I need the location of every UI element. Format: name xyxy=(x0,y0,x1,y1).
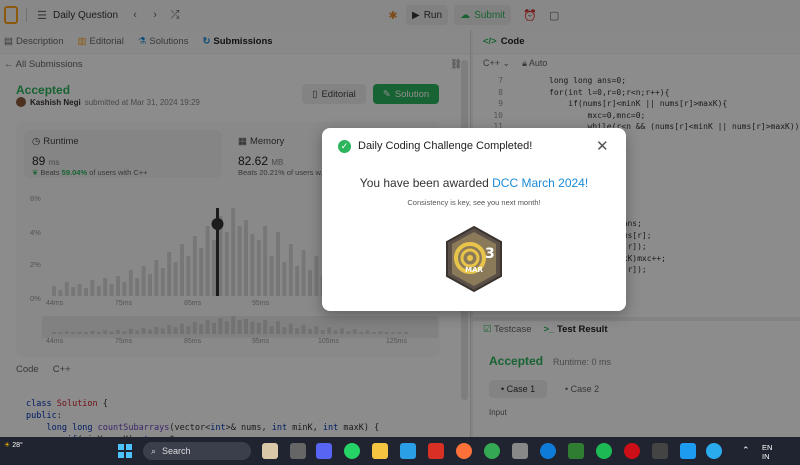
award-message: You have been awarded DCC March 2024! xyxy=(322,176,626,190)
windows-start-icon[interactable] xyxy=(118,444,132,458)
camera-icon[interactable] xyxy=(512,443,528,459)
language-indicator[interactable]: EN IN xyxy=(762,443,772,461)
chevron-up-icon[interactable]: ⌃ xyxy=(742,445,750,456)
weather-widget[interactable]: ☀ 28° xyxy=(4,441,23,449)
lang-line-2: IN xyxy=(762,452,770,461)
firefox-icon[interactable] xyxy=(456,443,472,459)
mysql-icon[interactable] xyxy=(680,443,696,459)
dcc-badge-icon: 3 MAR xyxy=(446,225,502,293)
whatsapp-icon[interactable] xyxy=(344,443,360,459)
completion-dialog: ✓ Daily Coding Challenge Completed! ✕ Yo… xyxy=(322,128,626,311)
badge-number: 3 xyxy=(485,246,495,262)
award-prefix: You have been awarded xyxy=(359,176,489,190)
telegram-icon[interactable] xyxy=(706,443,722,459)
devcpp-icon[interactable] xyxy=(428,443,444,459)
temperature: 28° xyxy=(12,442,23,449)
chrome-icon[interactable] xyxy=(484,443,500,459)
file-explorer-icon[interactable] xyxy=(372,443,388,459)
dialog-subtitle: Consistency is key, see you next month! xyxy=(407,198,541,207)
close-icon[interactable]: ✕ xyxy=(596,137,609,155)
discord-icon[interactable] xyxy=(316,443,332,459)
taskbar: ☀ 28° ⌕ Search ⌃ EN IN xyxy=(0,437,800,465)
badge-month: MAR xyxy=(465,266,483,274)
task-view-icon[interactable] xyxy=(290,443,306,459)
search-label: Search xyxy=(162,446,191,456)
sun-icon: ☀ xyxy=(4,442,11,449)
search-icon: ⌕ xyxy=(151,445,157,456)
vscode-icon[interactable] xyxy=(400,443,416,459)
edge-icon[interactable] xyxy=(540,443,556,459)
taskbar-search[interactable]: ⌕ Search xyxy=(143,442,251,460)
sheets-icon[interactable] xyxy=(568,443,584,459)
terminal-app-icon[interactable] xyxy=(652,443,668,459)
spotify-icon[interactable] xyxy=(596,443,612,459)
check-circle-icon: ✓ xyxy=(338,140,351,153)
award-highlight[interactable]: DCC March 2024! xyxy=(492,176,588,190)
widgets-icon[interactable] xyxy=(262,443,278,459)
dialog-title: Daily Coding Challenge Completed! xyxy=(358,140,533,152)
lang-line-1: EN xyxy=(762,443,773,452)
opera-icon[interactable] xyxy=(624,443,640,459)
